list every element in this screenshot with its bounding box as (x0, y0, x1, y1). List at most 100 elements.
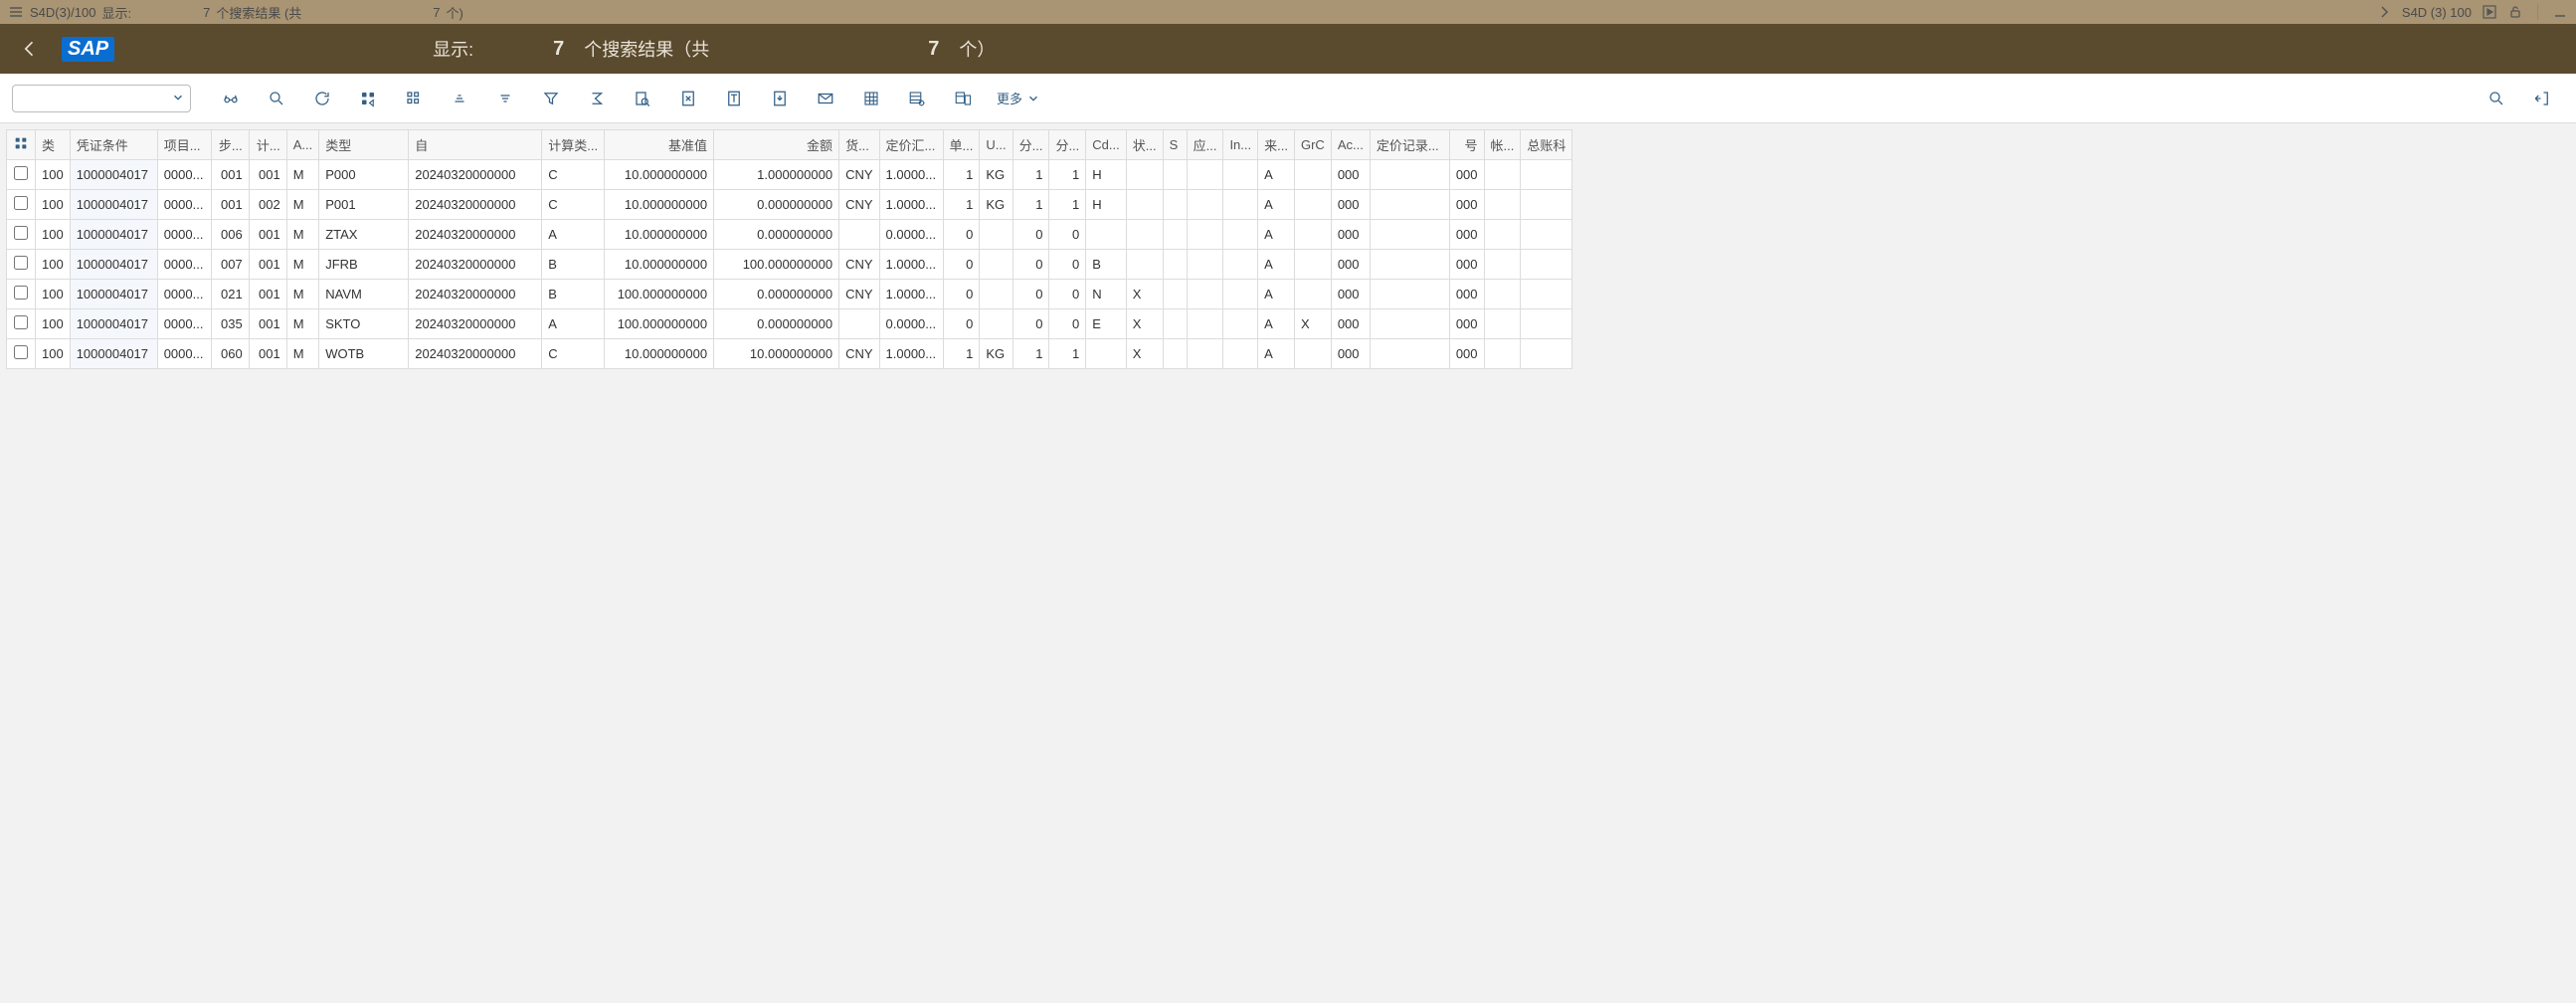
cell-src: A (1258, 280, 1295, 309)
cell-n2: 1 (1049, 160, 1086, 190)
glasses-icon[interactable] (209, 81, 253, 116)
select-layout-icon[interactable] (346, 81, 390, 116)
col-cur[interactable]: 货... (839, 130, 879, 160)
col-no[interactable]: 号 (1449, 130, 1484, 160)
cell-ac: 000 (1331, 190, 1370, 220)
command-input[interactable] (12, 85, 191, 112)
col-acct[interactable]: 帐... (1484, 130, 1521, 160)
col-grc[interactable]: GrC (1294, 130, 1331, 160)
exit-icon[interactable] (2520, 81, 2564, 116)
col-unit[interactable]: 单... (943, 130, 980, 160)
sum-icon[interactable] (575, 81, 619, 116)
change-layout-icon[interactable] (392, 81, 436, 116)
filter-icon[interactable] (529, 81, 573, 116)
col-item[interactable]: 项目... (157, 130, 211, 160)
cell-st: X (1126, 309, 1163, 339)
cell-rec (1370, 160, 1449, 190)
table-row[interactable]: 10010000040170000...060001MWOTB202403200… (7, 339, 1572, 369)
cell-doc: 1000004017 (70, 309, 157, 339)
col-n2[interactable]: 分... (1049, 130, 1086, 160)
cell-a: M (286, 190, 319, 220)
col-rec[interactable]: 定价记录... (1370, 130, 1449, 160)
col-doc[interactable]: 凭证条件 (70, 130, 157, 160)
grid-icon[interactable] (849, 81, 893, 116)
more-menu[interactable]: 更多 (987, 89, 1050, 107)
cell-s (1163, 339, 1187, 369)
find-icon[interactable] (621, 81, 664, 116)
col-from[interactable]: 自 (409, 130, 542, 160)
col-in[interactable]: In... (1223, 130, 1258, 160)
col-app[interactable]: 应... (1187, 130, 1223, 160)
cell-app (1187, 309, 1223, 339)
cell-doc: 1000004017 (70, 190, 157, 220)
col-a[interactable]: A... (286, 130, 319, 160)
col-src[interactable]: 来... (1258, 130, 1295, 160)
table-row[interactable]: 10010000040170000...001001MP000202403200… (7, 160, 1572, 190)
play-icon[interactable] (2482, 4, 2497, 20)
search-icon[interactable] (2475, 81, 2518, 116)
col-gl[interactable]: 总账科 (1521, 130, 1572, 160)
unlock-icon[interactable] (2507, 4, 2523, 20)
col-sel[interactable] (7, 130, 36, 160)
row-select[interactable] (14, 226, 28, 240)
cell-doc: 1000004017 (70, 220, 157, 250)
cell-st (1126, 250, 1163, 280)
result-table[interactable]: 类凭证条件项目...步...计...A...类型自计算类...基准值金额货...… (6, 129, 1572, 369)
cell-unit: 1 (943, 160, 980, 190)
cell-base: 100.000000000 (605, 309, 714, 339)
back-button[interactable] (18, 37, 42, 61)
row-select[interactable] (14, 196, 28, 210)
sort-asc-icon[interactable] (438, 81, 481, 116)
row-select[interactable] (14, 345, 28, 359)
cell-cur (839, 309, 879, 339)
table-row[interactable]: 10010000040170000...006001MZTAX202403200… (7, 220, 1572, 250)
zoom-icon[interactable] (255, 81, 298, 116)
sort-desc-icon[interactable] (483, 81, 527, 116)
col-uom[interactable]: U... (980, 130, 1012, 160)
cell-acct (1484, 339, 1521, 369)
col-amt[interactable]: 金额 (714, 130, 839, 160)
cell-grc (1294, 160, 1331, 190)
cell-app (1187, 280, 1223, 309)
row-select[interactable] (14, 166, 28, 180)
export-text-icon[interactable] (712, 81, 756, 116)
cell-type: WOTB (319, 339, 409, 369)
col-st[interactable]: 状... (1126, 130, 1163, 160)
col-rate[interactable]: 定价汇... (879, 130, 943, 160)
table-row[interactable]: 10010000040170000...021001MNAVM202403200… (7, 280, 1572, 309)
menu-icon[interactable] (8, 4, 24, 20)
cell-uom (980, 309, 1012, 339)
mail-icon[interactable] (804, 81, 847, 116)
col-base[interactable]: 基准值 (605, 130, 714, 160)
col-step[interactable]: 步... (211, 130, 249, 160)
cell-rate: 1.0000... (879, 280, 943, 309)
table-row[interactable]: 10010000040170000...007001MJFRB202403200… (7, 250, 1572, 280)
cell-calc: B (542, 280, 605, 309)
export-excel-icon[interactable] (666, 81, 710, 116)
col-cnt[interactable]: 计... (249, 130, 286, 160)
table-row[interactable]: 10010000040170000...035001MSKTO202403200… (7, 309, 1572, 339)
export-file-icon[interactable] (758, 81, 802, 116)
cell-n2: 0 (1049, 280, 1086, 309)
refresh-icon[interactable] (300, 81, 344, 116)
row-select[interactable] (14, 315, 28, 329)
col-cls[interactable]: 类 (36, 130, 71, 160)
table-row[interactable]: 10010000040170000...001002MP001202403200… (7, 190, 1572, 220)
sys-count: 7 (203, 5, 210, 20)
chevron-right-icon[interactable] (2376, 4, 2392, 20)
row-select[interactable] (14, 286, 28, 300)
minimize-icon[interactable] (2552, 4, 2568, 20)
col-ac[interactable]: Ac... (1331, 130, 1370, 160)
col-calc[interactable]: 计算类... (542, 130, 605, 160)
col-n1[interactable]: 分... (1012, 130, 1049, 160)
col-s[interactable]: S (1163, 130, 1187, 160)
grid-settings-icon[interactable] (895, 81, 939, 116)
cell-amt: 0.000000000 (714, 280, 839, 309)
col-cd[interactable]: Cd... (1086, 130, 1126, 160)
col-type[interactable]: 类型 (319, 130, 409, 160)
row-select[interactable] (14, 256, 28, 270)
grid-variant-icon[interactable] (941, 81, 985, 116)
cell-calc: A (542, 220, 605, 250)
cell-cd: N (1086, 280, 1126, 309)
cell-cd (1086, 220, 1126, 250)
